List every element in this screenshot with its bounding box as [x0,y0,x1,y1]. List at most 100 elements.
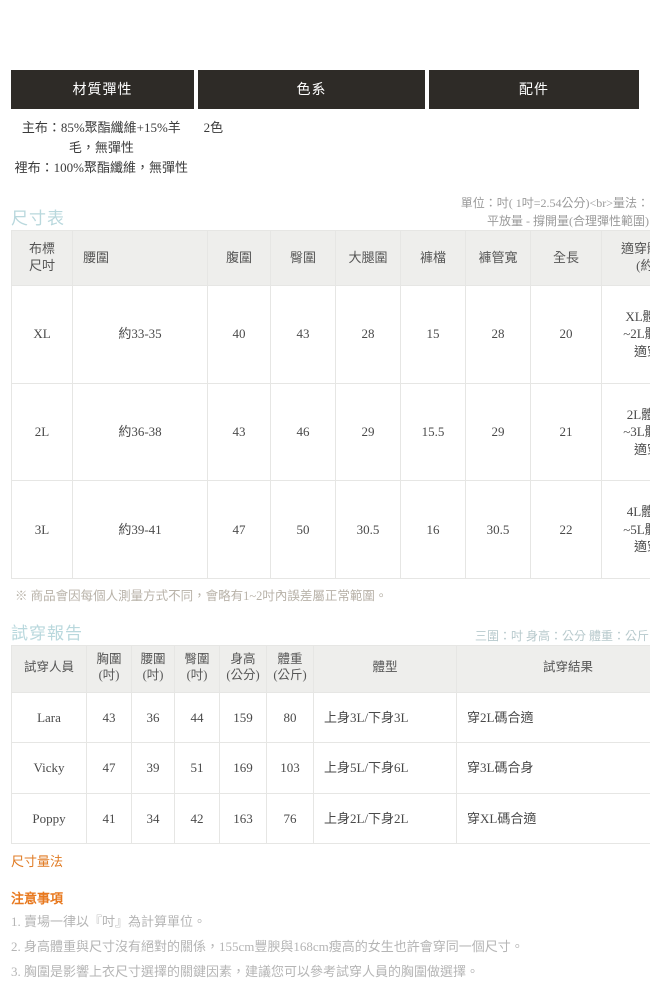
fit-col-weight-line1: 體重 [269,652,311,668]
notice-item: 2. 身高體重與尺寸沒有絕對的關係，155cm豐腴與168cm瘦高的女生也許會穿… [11,935,639,960]
fit-cell-height: 169 [220,743,267,794]
size-col-leg-width: 褲管寬 [466,231,531,286]
suitable-body-line1: XL體型 [604,308,650,326]
notice-title: 注意事項 [11,887,639,910]
suitable-body-line1: 4L體型 [604,503,650,521]
spec-value-color: 2色 [196,109,428,178]
size-col-belly: 腹圍 [208,231,271,286]
size-col-thigh: 大腿圍 [336,231,401,286]
fit-col-waist-line2: (吋) [134,668,172,684]
table-row: XL 約33-35 40 43 28 15 28 20 XL體型 ~2L體型 適… [12,285,650,383]
size-cell-crotch: 15.5 [401,383,466,481]
notice-block: 注意事項 1. 賣場一律以『吋』為計算單位。 2. 身高體重與尺寸沒有絕對的關係… [11,873,639,984]
material-line-3: 裡布：100%聚酯纖維，無彈性 [11,158,192,178]
fit-cell-hip: 44 [175,692,220,743]
size-col-hip: 臀圍 [271,231,336,286]
fit-cell-height: 159 [220,692,267,743]
size-table-header-row: 布標 尺吋 腰圍 腹圍 臀圍 大腿圍 褲檔 褲管寬 全長 適穿體型 (約) [12,231,650,286]
size-cell-suitable-body: 4L體型 ~5L體型 適穿 [602,481,650,579]
fit-col-hip-line1: 臀圍 [177,652,217,668]
spec-value-material: 主布：85%聚酯纖維+15%羊 毛，無彈性 裡布：100%聚酯纖維，無彈性 [11,109,192,178]
notice-item: 3. 胸圍是影響上衣尺寸選擇的關鍵因素，建議您可以參考試穿人員的胸圍做選擇。 [11,960,639,985]
fitting-table-header-row: 試穿人員 胸圍 (吋) 腰圍 (吋) 臀圍 (吋) 身高 (公分) [12,646,650,692]
size-cell-thigh: 29 [336,383,401,481]
size-chart-unit-note-line1: 單位：吋( 1吋=2.54公分)<br>量法： [461,194,649,212]
table-row: 2L 約36-38 43 46 29 15.5 29 21 2L體型 ~3L體型… [12,383,650,481]
fit-cell-weight: 103 [267,743,314,794]
fit-col-waist: 腰圍 (吋) [132,646,175,692]
fit-cell-result: 穿2L碼合適 [457,692,650,743]
suitable-body-line2: ~2L體型 [604,325,650,343]
fit-cell-waist: 34 [132,793,175,844]
fit-col-height-line1: 身高 [222,652,264,668]
material-line-1: 主布：85%聚酯纖維+15%羊 [11,118,192,138]
size-col-waist: 腰圍 [73,231,208,286]
fit-col-body-type: 體型 [314,646,457,692]
spec-header-material: 材質彈性 [11,70,194,109]
size-col-suitable-body-line1: 適穿體型 [604,241,650,257]
size-cell-leg-width: 30.5 [466,481,531,579]
size-cell-waist: 約33-35 [73,285,208,383]
size-chart-heading-row: 尺寸表 單位：吋( 1吋=2.54公分)<br>量法： 平放量 - 撐開量(合理… [11,194,649,230]
fit-col-result-line1: 試穿結果 [459,660,650,676]
fit-col-result: 試穿結果 [457,646,650,692]
fit-col-bust: 胸圍 (吋) [87,646,132,692]
size-col-label: 布標 尺吋 [12,231,73,286]
fitting-report-table: 試穿人員 胸圍 (吋) 腰圍 (吋) 臀圍 (吋) 身高 (公分) [11,645,650,844]
fit-cell-name: Vicky [12,743,87,794]
fit-cell-name: Poppy [12,793,87,844]
fit-col-waist-line1: 腰圍 [134,652,172,668]
size-cell-thigh: 28 [336,285,401,383]
fit-col-bust-line2: (吋) [89,668,129,684]
size-table: 布標 尺吋 腰圍 腹圍 臀圍 大腿圍 褲檔 褲管寬 全長 適穿體型 (約) XL… [11,230,650,578]
size-table-body: XL 約33-35 40 43 28 15 28 20 XL體型 ~2L體型 適… [12,285,650,578]
suitable-body-line3: 適穿 [604,538,650,556]
fit-cell-result: 穿XL碼合適 [457,793,650,844]
fit-cell-weight: 80 [267,692,314,743]
size-cell-hip: 46 [271,383,336,481]
table-row: 3L 約39-41 47 50 30.5 16 30.5 22 4L體型 ~5L… [12,481,650,579]
fit-cell-waist: 39 [132,743,175,794]
size-col-crotch: 褲檔 [401,231,466,286]
spec-value-accessory [432,109,639,178]
fit-col-bust-line1: 胸圍 [89,652,129,668]
size-cell-size: 3L [12,481,73,579]
size-cell-waist: 約36-38 [73,383,208,481]
size-cell-full-length: 20 [531,285,602,383]
material-line-2: 毛，無彈性 [11,138,192,158]
fit-col-height-line2: (公分) [222,668,264,684]
size-cell-size: XL [12,285,73,383]
table-row: Lara 43 36 44 159 80 上身3L/下身3L 穿2L碼合適 [12,692,650,743]
fit-cell-hip: 51 [175,743,220,794]
size-col-label-line1: 布標 [14,241,70,257]
size-chart-unit-note: 單位：吋( 1吋=2.54公分)<br>量法： 平放量 - 撐開量(合理彈性範圍… [461,194,649,230]
size-col-suitable-body-line2: (約) [604,258,650,274]
suitable-body-line2: ~5L體型 [604,521,650,539]
fit-col-hip: 臀圍 (吋) [175,646,220,692]
fit-cell-height: 163 [220,793,267,844]
fitting-report-unit-note: 三圍：吋 身高：公分 體重：公斤 [475,627,649,645]
size-chart-title: 尺寸表 [11,207,65,231]
fit-col-body-type-line1: 體型 [316,660,454,676]
spec-header-color: 色系 [198,70,425,109]
fitting-report-title: 試穿報告 [11,622,83,646]
fit-cell-bust: 43 [87,692,132,743]
fitting-table-head: 試穿人員 胸圍 (吋) 腰圍 (吋) 臀圍 (吋) 身高 (公分) [12,646,650,692]
fit-cell-bust: 41 [87,793,132,844]
size-cell-leg-width: 28 [466,285,531,383]
size-cell-full-length: 22 [531,481,602,579]
fit-col-weight: 體重 (公斤) [267,646,314,692]
spec-bar-headers: 材質彈性 色系 配件 [11,70,639,109]
suitable-body-line3: 適穿 [604,343,650,361]
spec-bar-body: 主布：85%聚酯纖維+15%羊 毛，無彈性 裡布：100%聚酯纖維，無彈性 2色 [11,109,639,178]
size-chart-unit-note-line2: 平放量 - 撐開量(合理彈性範圍) [461,212,649,230]
fit-cell-bust: 47 [87,743,132,794]
fit-col-tester-line1: 試穿人員 [14,660,84,676]
size-cell-hip: 43 [271,285,336,383]
size-cell-suitable-body: XL體型 ~2L體型 適穿 [602,285,650,383]
table-row: Vicky 47 39 51 169 103 上身5L/下身6L 穿3L碼合身 [12,743,650,794]
suitable-body-line2: ~3L體型 [604,423,650,441]
fit-cell-body-type: 上身2L/下身2L [314,793,457,844]
fit-col-weight-line2: (公斤) [269,668,311,684]
measure-method-link[interactable]: 尺寸量法 [11,844,639,873]
